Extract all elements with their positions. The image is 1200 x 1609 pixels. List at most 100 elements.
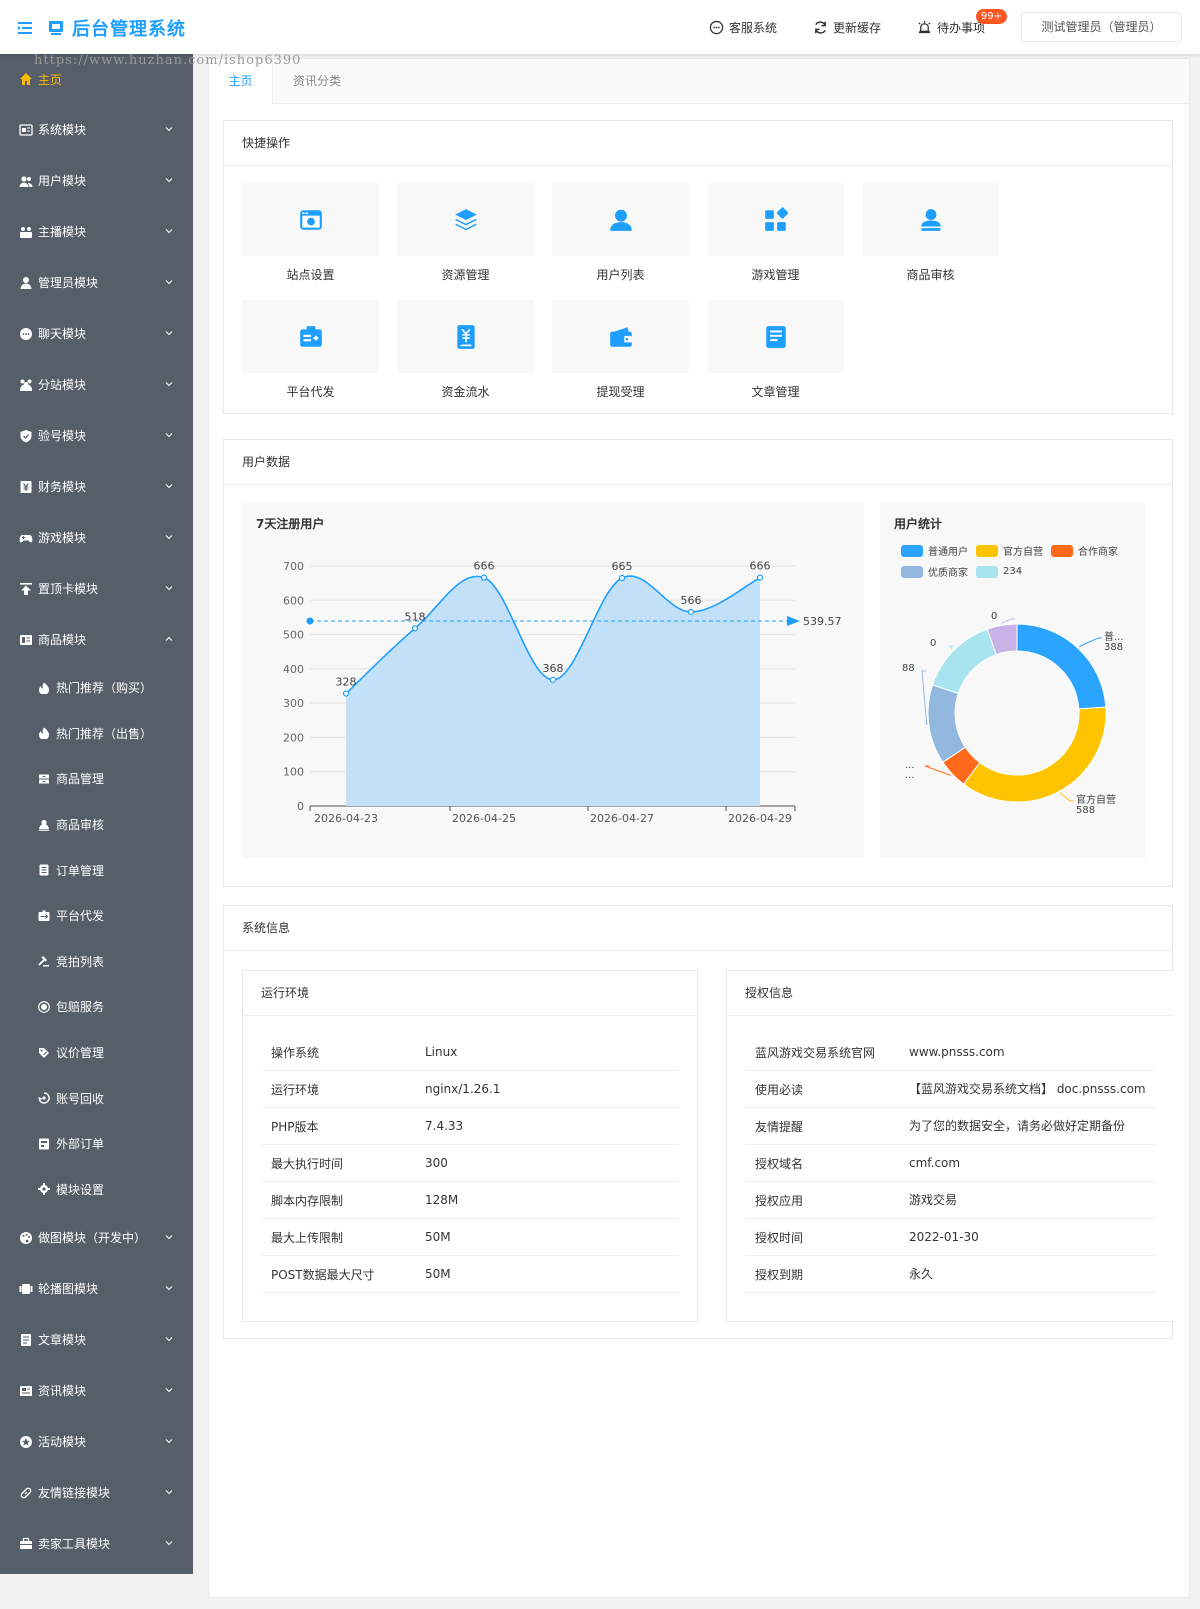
row-value: nginx/1.26.1	[425, 1082, 501, 1096]
sidebar-item-top-5[interactable]: 聊天模块	[0, 308, 193, 359]
sidebar-item-label: 管理员模块	[38, 276, 99, 290]
sidebar-item-sub-2[interactable]: 商品管理	[0, 756, 193, 802]
sidebar-item-sub-5[interactable]: 平台代发	[0, 893, 193, 939]
quick-op-item[interactable]: 资源管理	[397, 183, 534, 283]
quick-op-item[interactable]: 商品审核	[862, 183, 999, 283]
pie-slice	[1016, 623, 1107, 710]
chat-icon	[20, 327, 32, 340]
user-icon	[609, 209, 632, 231]
apps-icon	[764, 206, 788, 231]
top-header: 后台管理系统 客服系统 更新缓存 待办事项 99+ 测试管理员（管理员）	[0, 0, 1200, 54]
sidebar-item-bottom-0[interactable]: 做图模块（开发中）	[0, 1212, 193, 1263]
sidebar-item-bottom-2[interactable]: 文章模块	[0, 1314, 193, 1365]
sidebar-item-top-3[interactable]: 主播模块	[0, 206, 193, 257]
todo-button[interactable]: 待办事项 99+	[917, 8, 1007, 36]
quick-op-item[interactable]: 游戏管理	[707, 183, 844, 283]
sidebar-item-bottom-4[interactable]: 活动模块	[0, 1416, 193, 1467]
sidebar-item-top-7[interactable]: 验号模块	[0, 410, 193, 461]
pie-leader-line	[1001, 618, 1015, 624]
gear-icon	[38, 1183, 50, 1196]
quick-op-item[interactable]: 站点设置	[242, 183, 379, 283]
sidebar-item-label: 资讯模块	[38, 1384, 87, 1399]
table-row: POST数据最大尺寸 50M	[261, 1256, 679, 1293]
sidebar-item-top-11[interactable]: 商品模块	[0, 614, 193, 665]
yuan-doc-icon	[456, 324, 475, 349]
quick-op-item[interactable]: 文章管理	[707, 300, 844, 400]
sidebar-item-bottom-6[interactable]: 卖家工具模块	[0, 1518, 193, 1569]
y-tick-label: 500	[283, 629, 304, 642]
sidebar-item-top-2[interactable]: 用户模块	[0, 155, 193, 206]
sidebar-item-sub-3[interactable]: 商品审核	[0, 802, 193, 848]
sidebar-item-sub-0[interactable]: 热门推荐（购买）	[0, 665, 193, 711]
quick-op-item[interactable]: 用户列表	[552, 183, 689, 283]
quick-op-tile[interactable]	[242, 183, 379, 256]
env-info-title: 运行环境	[243, 971, 697, 1016]
quick-op-tile[interactable]	[397, 183, 534, 256]
table-row: 操作系统 Linux	[261, 1034, 679, 1071]
pie-value-label: 88	[902, 663, 915, 674]
sidebar-item-sub-6[interactable]: 竞拍列表	[0, 939, 193, 985]
sidebar-item-label: 主页	[38, 72, 63, 87]
sidebar-item-bottom-5[interactable]: 友情链接模块	[0, 1467, 193, 1518]
quick-op-label: 商品审核	[906, 268, 955, 282]
sidebar-item-top-8[interactable]: 财务模块	[0, 461, 193, 512]
sidebar-item-bottom-3[interactable]: 资讯模块	[0, 1365, 193, 1416]
quick-op-item[interactable]: 资金流水	[397, 300, 534, 400]
row-key: 操作系统	[271, 1045, 320, 1060]
chevron-down-icon	[165, 484, 173, 489]
data-point	[549, 676, 557, 683]
quick-op-tile[interactable]	[707, 300, 844, 373]
alarm-icon	[918, 20, 931, 33]
sidebar-item-sub-1[interactable]: 热门推荐（出售）	[0, 711, 193, 757]
browser-icon	[299, 209, 322, 230]
recycle-icon	[38, 1092, 50, 1104]
user-menu[interactable]: 测试管理员（管理员）	[1021, 12, 1182, 42]
table-row: 授权域名 cmf.com	[745, 1145, 1156, 1182]
y-tick-label: 0	[297, 800, 304, 813]
sidebar-item-top-6[interactable]: 分站模块	[0, 359, 193, 410]
table-row: 授权到期 永久	[745, 1256, 1156, 1293]
pie-leader-line	[949, 645, 954, 650]
system-info-title: 系统信息	[224, 906, 1172, 951]
data-point	[342, 690, 350, 697]
auth-info-box: 授权信息 蓝风游戏交易系统官网 www.pnsss.com 使用必读 【蓝风游戏交易系…	[726, 970, 1174, 1322]
quick-op-tile[interactable]	[552, 183, 689, 256]
quick-op-tile[interactable]	[707, 183, 844, 256]
menu-toggle-icon[interactable]	[18, 22, 32, 34]
quick-op-tile[interactable]	[397, 300, 534, 373]
sidebar-item-sub-9[interactable]: 账号回收	[0, 1075, 193, 1121]
service-button[interactable]: 客服系统	[709, 19, 777, 36]
todo-badge: 99+	[975, 8, 1007, 24]
sidebar-item-top-10[interactable]: 置顶卡模块	[0, 563, 193, 614]
box-icon	[39, 774, 49, 784]
chevron-down-icon	[165, 586, 173, 591]
row-value: cmf.com	[909, 1156, 961, 1170]
quick-op-item[interactable]: 平台代发	[242, 300, 379, 400]
sidebar-item-top-1[interactable]: 系统模块	[0, 104, 193, 155]
sidebar-item-sub-7[interactable]: 包赔服务	[0, 984, 193, 1030]
quick-op-tile[interactable]	[552, 300, 689, 373]
sidebar-item-bottom-1[interactable]: 轮播图模块	[0, 1263, 193, 1314]
palette-icon	[20, 1231, 32, 1244]
quick-op-tile[interactable]	[862, 183, 999, 256]
data-label: 566	[681, 594, 702, 607]
y-tick-label: 200	[283, 731, 304, 744]
sidebar-item-top-9[interactable]: 游戏模块	[0, 512, 193, 563]
quick-op-tile[interactable]	[242, 300, 379, 373]
sidebar-item-sub-11[interactable]: 模块设置	[0, 1167, 193, 1213]
chevron-down-icon	[165, 280, 173, 285]
sidebar-item-sub-10[interactable]: 外部订单	[0, 1121, 193, 1167]
quick-op-item[interactable]: 提现受理	[552, 300, 689, 400]
sidebar-item-top-4[interactable]: 管理员模块	[0, 257, 193, 308]
sidebar-item-label: 验号模块	[38, 429, 87, 443]
x-tick-label: 2026-04-27	[590, 812, 654, 825]
sidebar-item-sub-4[interactable]: 订单管理	[0, 847, 193, 893]
sidebar-item-label: 平台代发	[56, 909, 105, 924]
row-key: 友情提醒	[755, 1119, 804, 1134]
chevron-down-icon	[165, 178, 173, 183]
sidebar-item-sub-8[interactable]: 议价管理	[0, 1030, 193, 1076]
user-data-card: 用户数据 7天注册用户 0 100 200 300 400 500 600 700 2026-0…	[223, 439, 1173, 887]
data-label: 665	[612, 560, 633, 573]
refresh-cache-button[interactable]: 更新缓存	[813, 19, 881, 36]
data-point	[756, 574, 764, 581]
